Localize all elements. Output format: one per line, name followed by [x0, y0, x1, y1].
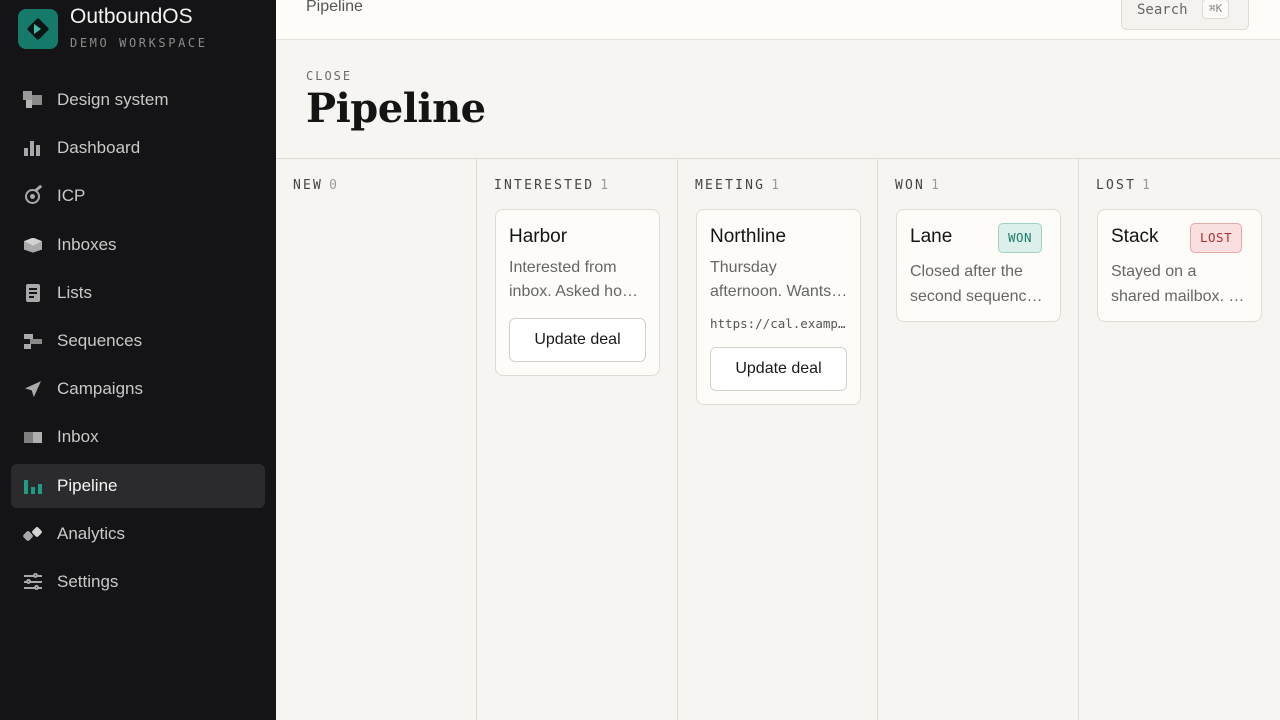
sidebar: OutboundOS DEMO WORKSPACE Design system …: [0, 0, 276, 720]
deal-description: Stayed on ashared mailbox. Not a fit: [1111, 263, 1249, 305]
deal-name: Northline: [710, 226, 787, 247]
deal-name: Lane: [910, 226, 953, 247]
sidebar-item-label: Design system: [57, 90, 169, 109]
column-header: LOST 1: [1096, 178, 1150, 193]
send-icon: [23, 379, 43, 399]
column-lost: LOST 1 Stack LOST Stayed on a shared mailb…: [1079, 159, 1280, 720]
app-name: OutboundOS: [70, 5, 193, 28]
pipeline-icon: [23, 476, 43, 496]
deal-description: Thursdayafternoon. Wants to talk: [710, 259, 848, 300]
column-count: 0: [329, 178, 337, 193]
breadcrumb[interactable]: Pipeline: [306, 0, 363, 16]
sidebar-item-label: Sequences: [57, 330, 143, 350]
sidebar-item-analytics[interactable]: Analytics: [11, 512, 265, 556]
sidebar-item-label: ICP: [57, 186, 86, 206]
column-won: WON 1 Lane WON Closed after the second seq…: [878, 159, 1079, 720]
sidebar-item-inbox[interactable]: Inbox: [11, 415, 265, 459]
logo-icon: [18, 9, 58, 49]
brand[interactable]: OutboundOS DEMO WORKSPACE: [18, 5, 258, 53]
sidebar-item-label: Inbox: [57, 427, 99, 447]
analytics-icon: [22, 524, 43, 544]
document-icon: [23, 283, 43, 303]
sidebar-item-inboxes[interactable]: Inboxes: [11, 223, 265, 267]
sidebar-item-sequences[interactable]: Sequences: [11, 319, 265, 363]
inbox-icon: [23, 427, 43, 447]
status-badge-won: WON: [998, 223, 1043, 253]
column-header: NEW 0: [293, 178, 337, 193]
column-header: WON 1: [895, 178, 939, 193]
keyboard-shortcut-badge: ⌘K: [1202, 0, 1230, 19]
column-count: 1: [600, 178, 609, 193]
column-new: NEW 0: [276, 159, 477, 720]
sidebar-item-label: Campaigns: [57, 379, 143, 399]
sidebar-item-icp[interactable]: ICP: [11, 174, 265, 218]
column-meeting: MEETING 1 Northline Thursday afternoon. Wa…: [678, 159, 878, 720]
sidebar-item-label: Dashboard: [57, 138, 141, 158]
design-system-icon: [23, 90, 43, 110]
column-count: 1: [771, 178, 780, 193]
sidebar-item-dashboard[interactable]: Dashboard: [11, 126, 265, 170]
status-badge-lost: LOST: [1190, 223, 1243, 253]
sequence-icon: [23, 331, 43, 351]
workspace-name: DEMO WORKSPACE: [70, 36, 208, 50]
deal-description: Interested frominbox. Asked how it works: [509, 259, 647, 300]
deal-name: Harbor: [509, 226, 568, 247]
page-eyebrow: CLOSE: [306, 69, 353, 83]
sidebar-item-design-system[interactable]: Design system: [11, 78, 265, 122]
search-button[interactable]: Search ⌘K: [1121, 0, 1249, 30]
deal-card[interactable]: Harbor Interested from inbox. Asked how i…: [495, 209, 660, 376]
target-icon: [23, 185, 43, 206]
sidebar-item-label: Inboxes: [57, 234, 117, 254]
update-deal-button[interactable]: Update deal: [509, 318, 646, 362]
sidebar-nav: Design system Dashboard ICP Inboxes List…: [11, 78, 265, 608]
page-header: CLOSE Pipeline: [276, 40, 1280, 159]
sidebar-item-label: Settings: [57, 571, 119, 591]
bar-chart-icon: [23, 138, 43, 158]
deal-description: Closed after thesecond sequence step: [910, 263, 1048, 305]
sidebar-item-label: Analytics: [57, 523, 126, 543]
sidebar-item-label: Lists: [57, 282, 92, 302]
column-header: MEETING 1: [695, 178, 780, 193]
update-deal-button[interactable]: Update deal: [710, 347, 847, 391]
box-icon: [23, 235, 43, 255]
sliders-icon: [23, 572, 43, 592]
page-title: Pipeline: [306, 85, 486, 132]
search-label: Search: [1137, 2, 1188, 18]
deal-card[interactable]: Lane WON Closed after the second sequence…: [896, 209, 1061, 322]
column-count: 1: [931, 178, 939, 193]
sidebar-item-campaigns[interactable]: Campaigns: [11, 367, 265, 411]
deal-card[interactable]: Stack LOST Stayed on a shared mailbox. No…: [1097, 209, 1262, 322]
column-count: 1: [1142, 178, 1150, 193]
deal-card[interactable]: Northline Thursdayafternoon. Wants to ta…: [696, 209, 861, 405]
sidebar-item-label: Pipeline: [57, 475, 118, 495]
meeting-link[interactable]: https://cal.example.com: [710, 316, 848, 331]
column-header: INTERESTED 1: [494, 178, 609, 193]
topbar: Pipeline Search ⌘K: [276, 0, 1280, 40]
column-interested: INTERESTED 1 Harbor Interested from inbox.…: [477, 159, 678, 720]
deal-name: Stack: [1111, 226, 1159, 247]
sidebar-item-pipeline[interactable]: Pipeline: [11, 463, 265, 508]
pipeline-board: NEW 0 INTERESTED 1 Harbor Interested from i…: [276, 159, 1280, 720]
sidebar-item-lists[interactable]: Lists: [11, 271, 265, 315]
sidebar-item-settings[interactable]: Settings: [11, 560, 265, 604]
